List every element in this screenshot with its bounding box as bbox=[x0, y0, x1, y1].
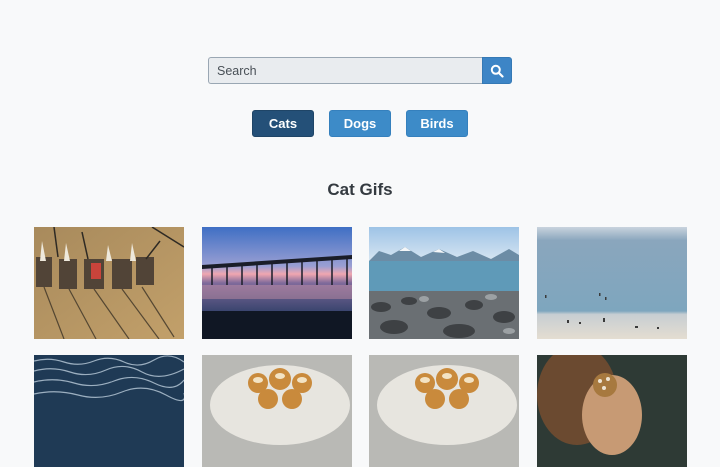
filter-button-cats[interactable]: Cats bbox=[252, 110, 314, 137]
pier-sunset-image bbox=[202, 227, 352, 339]
cream-puffs-image bbox=[202, 355, 352, 467]
beach-people-image bbox=[537, 227, 687, 339]
gif-thumbnail-3[interactable] bbox=[369, 227, 519, 339]
gif-thumbnail-2[interactable] bbox=[202, 227, 352, 339]
section-title: Cat Gifs bbox=[327, 180, 393, 199]
search-button[interactable] bbox=[482, 57, 512, 84]
gif-thumbnail-6[interactable] bbox=[202, 355, 352, 467]
filter-button-dogs[interactable]: Dogs bbox=[329, 110, 391, 137]
search-input[interactable] bbox=[208, 57, 482, 84]
gif-thumbnail-5[interactable] bbox=[34, 355, 184, 467]
filter-button-birds[interactable]: Birds bbox=[406, 110, 468, 137]
search-icon bbox=[490, 64, 504, 78]
gif-thumbnail-4[interactable] bbox=[537, 227, 687, 339]
cream-puffs-image bbox=[369, 355, 519, 467]
ice-cream-image bbox=[537, 355, 687, 467]
ocean-waves-image bbox=[34, 355, 184, 467]
search-bar bbox=[208, 57, 512, 84]
gif-thumbnail-7[interactable] bbox=[369, 355, 519, 467]
gif-thumbnail-1[interactable] bbox=[34, 227, 184, 339]
filter-buttons: Cats Dogs Birds bbox=[0, 110, 720, 137]
rocky-shore-image bbox=[369, 227, 519, 339]
beach-chairs-image bbox=[34, 227, 184, 339]
gif-thumbnail-8[interactable] bbox=[537, 355, 687, 467]
